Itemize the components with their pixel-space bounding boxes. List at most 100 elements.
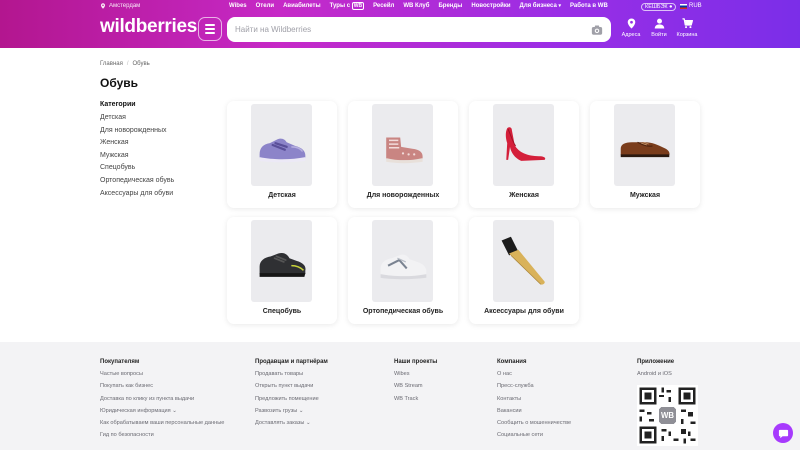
footer-link[interactable]: Частые вопросы [100,371,224,383]
footer-link-cargo[interactable]: Развозить грузы ⌄ [255,408,328,420]
sidebar-item-workwear[interactable]: Спецобувь [100,163,210,176]
currency-label: RUB [689,3,702,9]
category-card-orthopedic[interactable]: Ортопедическая обувь [348,217,458,324]
nav-link-wibes[interactable]: Wibes [229,3,247,9]
shoe-brush-image [501,236,545,285]
camera-icon [591,25,603,35]
footer-link[interactable]: Сообщить о мошенничестве [497,420,571,432]
sidebar-item-women[interactable]: Женская [100,138,210,151]
breadcrumb: Главная / Обувь [100,61,150,67]
logo[interactable]: wildberries [100,17,197,37]
user-icon [654,18,664,29]
nav-link-tours[interactable]: Туры с WB [329,2,365,10]
top-navigation: Wibes Отели Авиабилеты Туры с WB Ресейл … [229,2,608,10]
category-label: Аксессуары для обуви [484,308,564,315]
category-card-kids[interactable]: Детская [227,101,337,208]
category-card-women[interactable]: Женская [469,101,579,208]
footer-link[interactable]: WB Track [394,396,437,408]
footer-column-app: Приложение Android и iOS WB [637,359,698,447]
safety-boot-image [259,252,306,277]
footer-link[interactable]: WB Stream [394,383,437,395]
cart-label: Корзина [676,32,698,38]
category-card-newborn[interactable]: Для новорожденных [348,101,458,208]
category-image [251,220,312,302]
sidebar-item-kids[interactable]: Детская [100,113,210,126]
nav-link-business-label: Для бизнеса [519,3,557,9]
login-label: Войти [651,32,667,38]
footer-link[interactable]: Пресс-служба [497,383,571,395]
category-sidebar: Категории Детская Для новорожденных Женс… [100,101,210,201]
footer-link[interactable]: Гид по безопасности [100,432,224,444]
footer-link[interactable]: Продавать товары [255,371,328,383]
footer-link[interactable]: Открыть пункт выдачи [255,383,328,395]
addresses-button[interactable]: Адреса [617,18,645,38]
footer: Покупателям Частые вопросы Покупать как … [0,342,800,450]
chevron-down-icon: ⌄ [172,407,177,414]
kids-sneaker-image [259,138,305,163]
category-card-workwear[interactable]: Спецобувь [227,217,337,324]
footer-link[interactable]: Доставка по клику из пункта выдачи [100,396,224,408]
chat-icon [778,429,788,438]
nav-link-business[interactable]: Для бизнеса ▾ [520,3,561,9]
currency-selector[interactable]: RUB [680,3,702,9]
nav-link-new-buildings[interactable]: Новостройки [471,3,510,9]
nav-link-jobs[interactable]: Работа в WB [570,3,608,9]
sidebar-item-newborns[interactable]: Для новорожденных [100,126,210,139]
footer-link-legal[interactable]: Юридическая информация ⌄ [100,408,224,420]
menu-line [205,32,215,34]
cart-icon [681,18,693,29]
sidebar-item-accessories[interactable]: Аксессуары для обуви [100,189,210,202]
sidebar-item-orthopedic[interactable]: Ортопедическая обувь [100,176,210,189]
cart-button[interactable]: Корзина [673,18,701,38]
footer-link-deliver[interactable]: Доставлять заказы ⌄ [255,420,328,432]
nav-link-flights[interactable]: Авиабилеты [283,3,321,9]
breadcrumb-home[interactable]: Главная [100,61,123,67]
location-pin-icon [100,3,106,9]
chevron-down-icon: ⌄ [305,420,311,427]
qr-center-label: WB [661,411,674,420]
footer-link[interactable]: Вакансии [497,408,571,420]
category-card-accessories[interactable]: Аксессуары для обуви [469,217,579,324]
search-input[interactable] [227,17,590,42]
white-sneaker-image [380,254,426,280]
footer-link[interactable]: Контакты [497,396,571,408]
page-title: Обувь [100,76,139,90]
menu-button[interactable] [198,17,222,41]
nav-link-brands[interactable]: Бренды [438,3,462,9]
footer-link[interactable]: Предложить помещение [255,396,328,408]
footer-link-label: Развозить грузы [255,407,298,414]
info-icon: ● [669,4,673,10]
footer-link[interactable]: Wibes [394,371,437,383]
footer-column-buyers: Покупателям Частые вопросы Покупать как … [100,359,224,445]
footer-link[interactable]: Покупать как бизнес [100,383,224,395]
chevron-down-icon: ▾ [558,3,561,9]
footer-link-label: Доставлять заказы [255,420,305,427]
app-qr-code[interactable]: WB [637,385,698,447]
cashback-badge[interactable]: КЕШБЭК ● [641,3,677,11]
breadcrumb-separator: / [126,61,129,67]
footer-link[interactable]: Android и iOS [637,371,698,383]
footer-link[interactable]: Социальные сети [497,432,571,444]
sidebar-item-men[interactable]: Мужская [100,151,210,164]
camera-search-button[interactable] [590,23,604,37]
brown-oxford-image [620,141,669,158]
footer-link[interactable]: О нас [497,371,571,383]
category-card-men[interactable]: Мужская [590,101,700,208]
chat-button[interactable] [773,423,793,443]
footer-column-sellers: Продавцам и партнёрам Продавать товары О… [255,359,328,432]
category-image [614,104,675,186]
nav-link-wb-club[interactable]: WB Клуб [403,3,429,9]
login-button[interactable]: Войти [645,18,673,38]
category-label: Спецобувь [262,308,302,315]
sidebar-list: Детская Для новорожденных Женская Мужска… [100,113,210,201]
footer-link[interactable]: Как обрабатываем ваши персональные данны… [100,420,224,432]
location-selector[interactable]: Амстердам [100,3,140,9]
footer-column-company: Компания О нас Пресс-служба Контакты Вак… [497,359,571,445]
nav-link-resale[interactable]: Ресейл [373,3,394,9]
category-label: Мужская [629,192,661,199]
header-actions: Адреса Войти Корзина [617,18,701,38]
tours-badge: WB [351,2,365,10]
header: Амстердам Wibes Отели Авиабилеты Туры с … [0,0,800,48]
nav-link-tours-label: Туры с [329,3,352,9]
nav-link-hotels[interactable]: Отели [256,3,274,9]
